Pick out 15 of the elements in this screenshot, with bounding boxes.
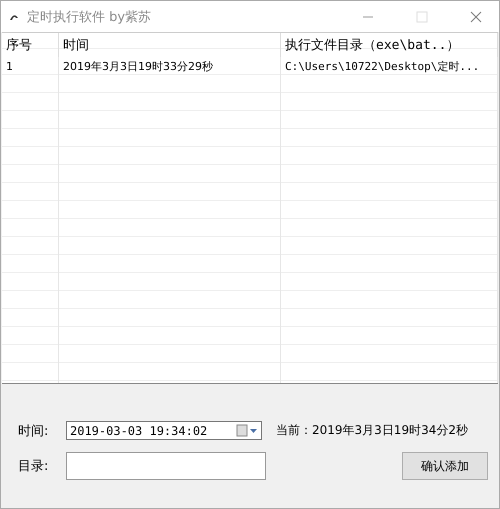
current-time-text: 当前：2019年3月3日19时34分2秒: [276, 422, 469, 439]
column-header[interactable]: 时间: [59, 33, 281, 57]
window-title: 定时执行软件 by紫苏: [27, 8, 152, 26]
calendar-dropdown-icon: [236, 424, 258, 437]
table-cell: 1: [2, 57, 59, 75]
time-label: 时间:: [18, 422, 50, 440]
directory-field[interactable]: [66, 452, 266, 480]
column-header[interactable]: 序号: [2, 33, 59, 57]
date-time-picker[interactable]: 2019-03-03 19:34:02: [66, 421, 262, 440]
table-cell: 2019年3月3日19时33分29秒: [59, 57, 281, 75]
confirm-add-button[interactable]: 确认添加: [402, 452, 488, 480]
close-icon[interactable]: [470, 10, 482, 22]
column-header[interactable]: 执行文件目录（exe\bat..）: [281, 33, 498, 57]
table-cell: C:\Users\10722\Desktop\定时...: [281, 57, 498, 75]
directory-label: 目录:: [18, 458, 50, 475]
